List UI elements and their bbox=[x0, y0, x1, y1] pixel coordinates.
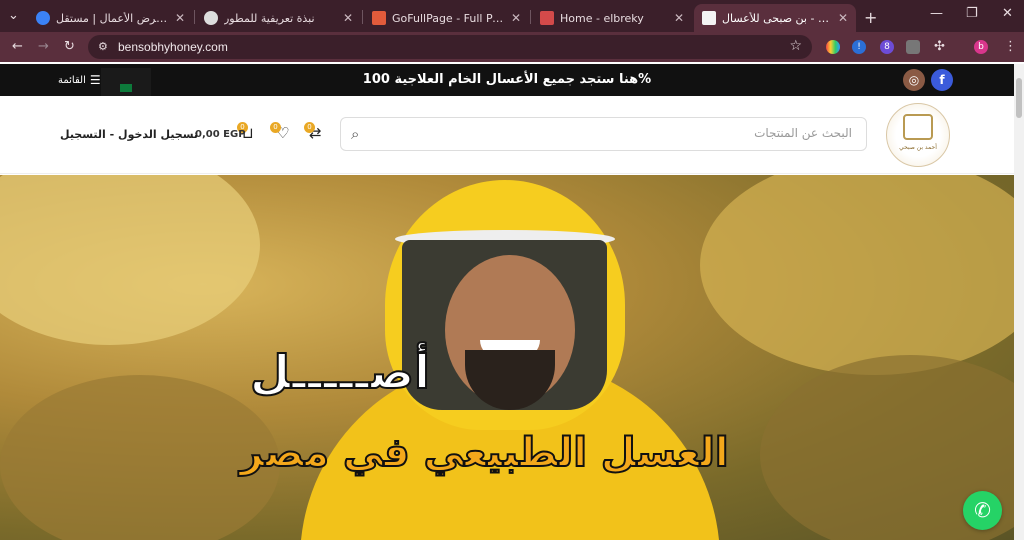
reload-icon[interactable]: ↻ bbox=[64, 39, 75, 54]
back-icon[interactable]: ← bbox=[12, 39, 23, 54]
browser-tab[interactable]: نبذة تعريفية للمطور ✕ bbox=[196, 4, 361, 32]
site-info-icon[interactable]: ⚙ bbox=[98, 40, 108, 53]
logo-caption: أحمد بن صبحي bbox=[899, 144, 937, 151]
wishlist-count-badge: 0 bbox=[270, 122, 281, 133]
url-text: bensobhyhoney.com bbox=[118, 40, 228, 54]
hero-headline-top: أصـــــل bbox=[249, 344, 430, 400]
hero-banner: أصـــــل العسل الطبيعي في مصر bbox=[0, 175, 1014, 540]
close-icon[interactable]: ✕ bbox=[175, 11, 185, 25]
hero-headline-bottom: العسل الطبيعي في مصر bbox=[239, 429, 730, 477]
restore-icon[interactable]: ❐ bbox=[966, 6, 978, 21]
bookmark-star-icon[interactable]: ☆ bbox=[789, 38, 802, 54]
tab-favicon-icon bbox=[540, 11, 554, 25]
browser-tab[interactable]: Home - elbreky ✕ bbox=[532, 4, 692, 32]
tab-label: الرئيسية - بن صبحى للأعسال bbox=[722, 11, 832, 25]
tab-favicon-icon bbox=[36, 11, 50, 25]
tab-search-icon[interactable]: ⌄ bbox=[8, 8, 22, 23]
search-icon[interactable]: ⌕ bbox=[351, 125, 359, 143]
tab-label: نبذة تعريفية للمطور bbox=[224, 11, 315, 25]
camera-extension-icon[interactable] bbox=[906, 40, 920, 54]
browser-toolbar: ← → ↻ ⚙ bensobhyhoney.com ☆ ! 8 ✣ b ⋮ bbox=[0, 32, 1024, 62]
tab-label: إضافة معرض الأعمال | مستقل bbox=[56, 11, 169, 25]
close-icon[interactable]: ✕ bbox=[343, 11, 353, 25]
close-icon[interactable]: ✕ bbox=[838, 11, 848, 25]
whatsapp-icon[interactable]: ✆ bbox=[963, 491, 1002, 530]
browser-menu-icon[interactable]: ⋮ bbox=[1004, 39, 1017, 54]
browser-tab[interactable]: إضافة معرض الأعمال | مستقل ✕ bbox=[28, 4, 193, 32]
extension-icon[interactable]: 8 bbox=[880, 40, 894, 54]
search-input[interactable] bbox=[381, 126, 852, 140]
login-register-link[interactable]: تسجيل الدخول - التسجيل bbox=[60, 128, 198, 141]
close-window-icon[interactable]: ✕ bbox=[1002, 6, 1013, 21]
tab-favicon-icon bbox=[702, 11, 716, 25]
extensions-puzzle-icon[interactable]: ✣ bbox=[934, 39, 945, 54]
browser-tab-active[interactable]: الرئيسية - بن صبحى للأعسال ✕ bbox=[694, 4, 856, 32]
close-icon[interactable]: ✕ bbox=[674, 11, 684, 25]
site-logo[interactable]: أحمد بن صبحي bbox=[886, 103, 950, 167]
new-tab-icon[interactable]: + bbox=[864, 8, 877, 27]
compare-count-badge: 0 bbox=[304, 122, 315, 133]
forward-icon[interactable]: → bbox=[38, 39, 49, 54]
saudi-flag-icon bbox=[120, 84, 132, 92]
announcement-bar: f ◎ هنا ستجد جميع الأعسال الخام العلاجية… bbox=[0, 64, 1014, 96]
honeycomb-icon bbox=[903, 114, 933, 140]
tab-label: GoFullPage - Full Page Scre bbox=[392, 11, 505, 25]
tab-label: Home - elbreky bbox=[560, 11, 644, 25]
minimize-icon[interactable]: — bbox=[930, 6, 943, 21]
browser-tab[interactable]: GoFullPage - Full Page Scre ✕ bbox=[364, 4, 529, 32]
site-header: أحمد بن صبحي ⌕ ⇄ 0 ♡ 0 ⊔ 0 0,00 EGP تسجي… bbox=[0, 96, 1014, 174]
extension-icon[interactable] bbox=[826, 40, 840, 54]
announcement-text: هنا ستجد جميع الأعسال الخام العلاجية 100… bbox=[362, 72, 652, 87]
profile-avatar[interactable]: b bbox=[974, 40, 988, 54]
close-icon[interactable]: ✕ bbox=[511, 11, 521, 25]
page-scrollbar[interactable] bbox=[1014, 64, 1024, 540]
tab-favicon-icon bbox=[372, 11, 386, 25]
menu-button[interactable]: القائمة ☰ bbox=[58, 73, 101, 87]
hamburger-icon: ☰ bbox=[89, 73, 101, 87]
address-bar[interactable]: ⚙ bensobhyhoney.com ☆ bbox=[88, 35, 812, 59]
scrollbar-thumb[interactable] bbox=[1016, 78, 1022, 118]
browser-tab-strip: إضافة معرض الأعمال | مستقل ✕ نبذة تعريفي… bbox=[0, 0, 1024, 32]
extension-icon[interactable]: ! bbox=[852, 40, 866, 54]
product-search: ⌕ bbox=[340, 117, 867, 151]
tab-favicon-icon bbox=[204, 11, 218, 25]
menu-label: القائمة bbox=[58, 74, 86, 86]
cart-total[interactable]: 0,00 EGP bbox=[195, 129, 246, 140]
